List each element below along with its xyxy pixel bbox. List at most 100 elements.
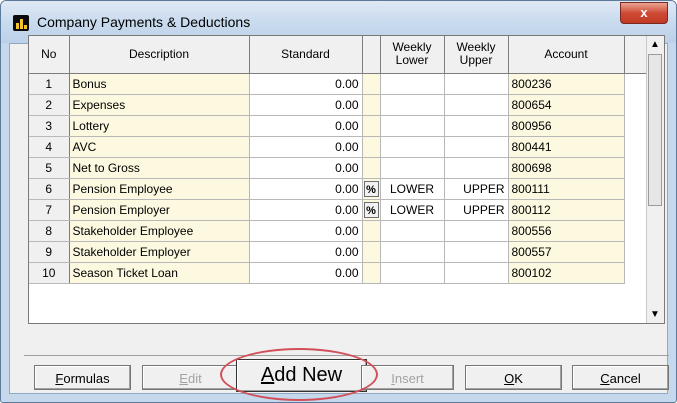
scroll-up-arrow-icon[interactable]: ▲ xyxy=(647,36,663,53)
percent-cell[interactable] xyxy=(362,115,381,137)
weekly-upper-cell[interactable] xyxy=(444,220,509,242)
table-row[interactable]: 2 Expenses 0.00 800654 xyxy=(29,94,647,116)
account-cell[interactable]: 800698 xyxy=(508,157,625,179)
col-header-weekly-upper[interactable]: Weekly Upper xyxy=(444,36,509,74)
close-button[interactable]: x xyxy=(620,2,668,24)
weekly-lower-cell[interactable] xyxy=(380,262,445,284)
account-cell[interactable]: 800236 xyxy=(508,73,625,95)
vertical-scrollbar[interactable]: ▲ ▼ xyxy=(646,36,664,323)
table-row[interactable]: 3 Lottery 0.00 800956 xyxy=(29,115,647,137)
col-header-description[interactable]: Description xyxy=(69,36,250,74)
weekly-lower-cell[interactable] xyxy=(380,115,445,137)
table-row[interactable]: 4 AVC 0.00 800441 xyxy=(29,136,647,158)
standard-cell[interactable]: 0.00 xyxy=(249,262,363,284)
weekly-lower-cell[interactable]: LOWER xyxy=(380,199,445,221)
weekly-lower-cell[interactable] xyxy=(380,136,445,158)
percent-cell[interactable] xyxy=(362,136,381,158)
percent-cell[interactable]: % xyxy=(362,199,381,221)
row-spacer xyxy=(624,199,647,220)
percent-cell[interactable] xyxy=(362,157,381,179)
standard-cell[interactable]: 0.00 xyxy=(249,136,363,158)
button-bar: Formulas Edit Add New Insert OK Cancel xyxy=(24,355,669,394)
account-cell[interactable]: 800956 xyxy=(508,115,625,137)
account-cell[interactable]: 800102 xyxy=(508,262,625,284)
weekly-lower-cell[interactable] xyxy=(380,157,445,179)
account-cell[interactable]: 800111 xyxy=(508,178,625,200)
weekly-upper-cell[interactable] xyxy=(444,136,509,158)
insert-button[interactable]: Insert xyxy=(361,365,454,390)
weekly-upper-cell[interactable] xyxy=(444,262,509,284)
percent-cell[interactable]: % xyxy=(362,178,381,200)
weekly-upper-cell[interactable] xyxy=(444,241,509,263)
weekly-upper-cell[interactable]: UPPER xyxy=(444,199,509,221)
table-row[interactable]: 9 Stakeholder Employer 0.00 800557 xyxy=(29,241,647,263)
col-header-percent xyxy=(362,36,381,74)
weekly-upper-cell[interactable] xyxy=(444,115,509,137)
weekly-lower-cell[interactable] xyxy=(380,241,445,263)
add-new-button[interactable]: Add New xyxy=(236,359,367,392)
table-row[interactable]: 8 Stakeholder Employee 0.00 800556 xyxy=(29,220,647,242)
description-cell[interactable]: Season Ticket Loan xyxy=(69,262,250,284)
account-cell[interactable]: 800654 xyxy=(508,94,625,116)
standard-cell[interactable]: 0.00 xyxy=(249,220,363,242)
percent-button[interactable]: % xyxy=(363,180,379,197)
percent-cell[interactable] xyxy=(362,94,381,116)
row-spacer xyxy=(624,262,647,283)
scroll-thumb[interactable] xyxy=(648,54,662,206)
table-row[interactable]: 5 Net to Gross 0.00 800698 xyxy=(29,157,647,179)
description-cell[interactable]: Pension Employer xyxy=(69,199,250,221)
weekly-lower-cell[interactable] xyxy=(380,220,445,242)
table-row[interactable]: 6 Pension Employee 0.00% LOWER UPPER 800111 xyxy=(29,178,647,200)
standard-cell[interactable]: 0.00 xyxy=(249,115,363,137)
ok-button[interactable]: OK xyxy=(465,365,562,390)
description-cell[interactable]: Bonus xyxy=(69,73,250,95)
app-chart-icon xyxy=(13,15,29,31)
standard-cell[interactable]: 0.00 xyxy=(249,94,363,116)
account-cell[interactable]: 800556 xyxy=(508,220,625,242)
table-row[interactable]: 7 Pension Employer 0.00% LOWER UPPER 800112 xyxy=(29,199,647,221)
col-header-no[interactable]: No xyxy=(29,36,70,74)
account-cell[interactable]: 800441 xyxy=(508,136,625,158)
description-cell[interactable]: Stakeholder Employee xyxy=(69,220,250,242)
weekly-upper-line1: Weekly xyxy=(456,40,496,55)
scroll-down-arrow-icon[interactable]: ▼ xyxy=(647,306,663,323)
weekly-lower-cell[interactable] xyxy=(380,94,445,116)
standard-cell[interactable]: 0.00 xyxy=(249,241,363,263)
weekly-lower-line2: Lower xyxy=(395,53,429,68)
description-cell[interactable]: Expenses xyxy=(69,94,250,116)
formulas-button[interactable]: Formulas xyxy=(34,365,131,390)
col-header-standard[interactable]: Standard xyxy=(249,36,363,74)
col-header-account[interactable]: Account xyxy=(508,36,625,74)
row-number: 8 xyxy=(29,220,70,242)
edit-button[interactable]: Edit xyxy=(142,365,239,390)
table-row[interactable]: 1 Bonus 0.00 800236 xyxy=(29,73,647,95)
standard-cell[interactable]: 0.00 xyxy=(249,157,363,179)
weekly-lower-cell[interactable] xyxy=(380,73,445,95)
row-number: 3 xyxy=(29,115,70,137)
percent-cell[interactable] xyxy=(362,262,381,284)
account-cell[interactable]: 800112 xyxy=(508,199,625,221)
col-header-weekly-lower[interactable]: Weekly Lower xyxy=(380,36,445,74)
description-cell[interactable]: Stakeholder Employer xyxy=(69,241,250,263)
weekly-upper-cell[interactable] xyxy=(444,94,509,116)
weekly-lower-cell[interactable]: LOWER xyxy=(380,178,445,200)
description-cell[interactable]: Net to Gross xyxy=(69,157,250,179)
standard-cell[interactable]: 0.00 xyxy=(249,199,363,221)
percent-cell[interactable] xyxy=(362,241,381,263)
table-row[interactable]: 10 Season Ticket Loan 0.00 800102 xyxy=(29,262,647,284)
percent-button[interactable]: % xyxy=(363,201,379,218)
row-spacer xyxy=(624,157,647,178)
description-cell[interactable]: AVC xyxy=(69,136,250,158)
weekly-upper-cell[interactable] xyxy=(444,73,509,95)
standard-cell[interactable]: 0.00 xyxy=(249,178,363,200)
percent-cell[interactable] xyxy=(362,73,381,95)
window-title: Company Payments & Deductions xyxy=(37,14,251,30)
description-cell[interactable]: Pension Employee xyxy=(69,178,250,200)
cancel-button[interactable]: Cancel xyxy=(572,365,669,390)
weekly-upper-cell[interactable]: UPPER xyxy=(444,178,509,200)
description-cell[interactable]: Lottery xyxy=(69,115,250,137)
account-cell[interactable]: 800557 xyxy=(508,241,625,263)
standard-cell[interactable]: 0.00 xyxy=(249,73,363,95)
weekly-upper-cell[interactable] xyxy=(444,157,509,179)
percent-cell[interactable] xyxy=(362,220,381,242)
